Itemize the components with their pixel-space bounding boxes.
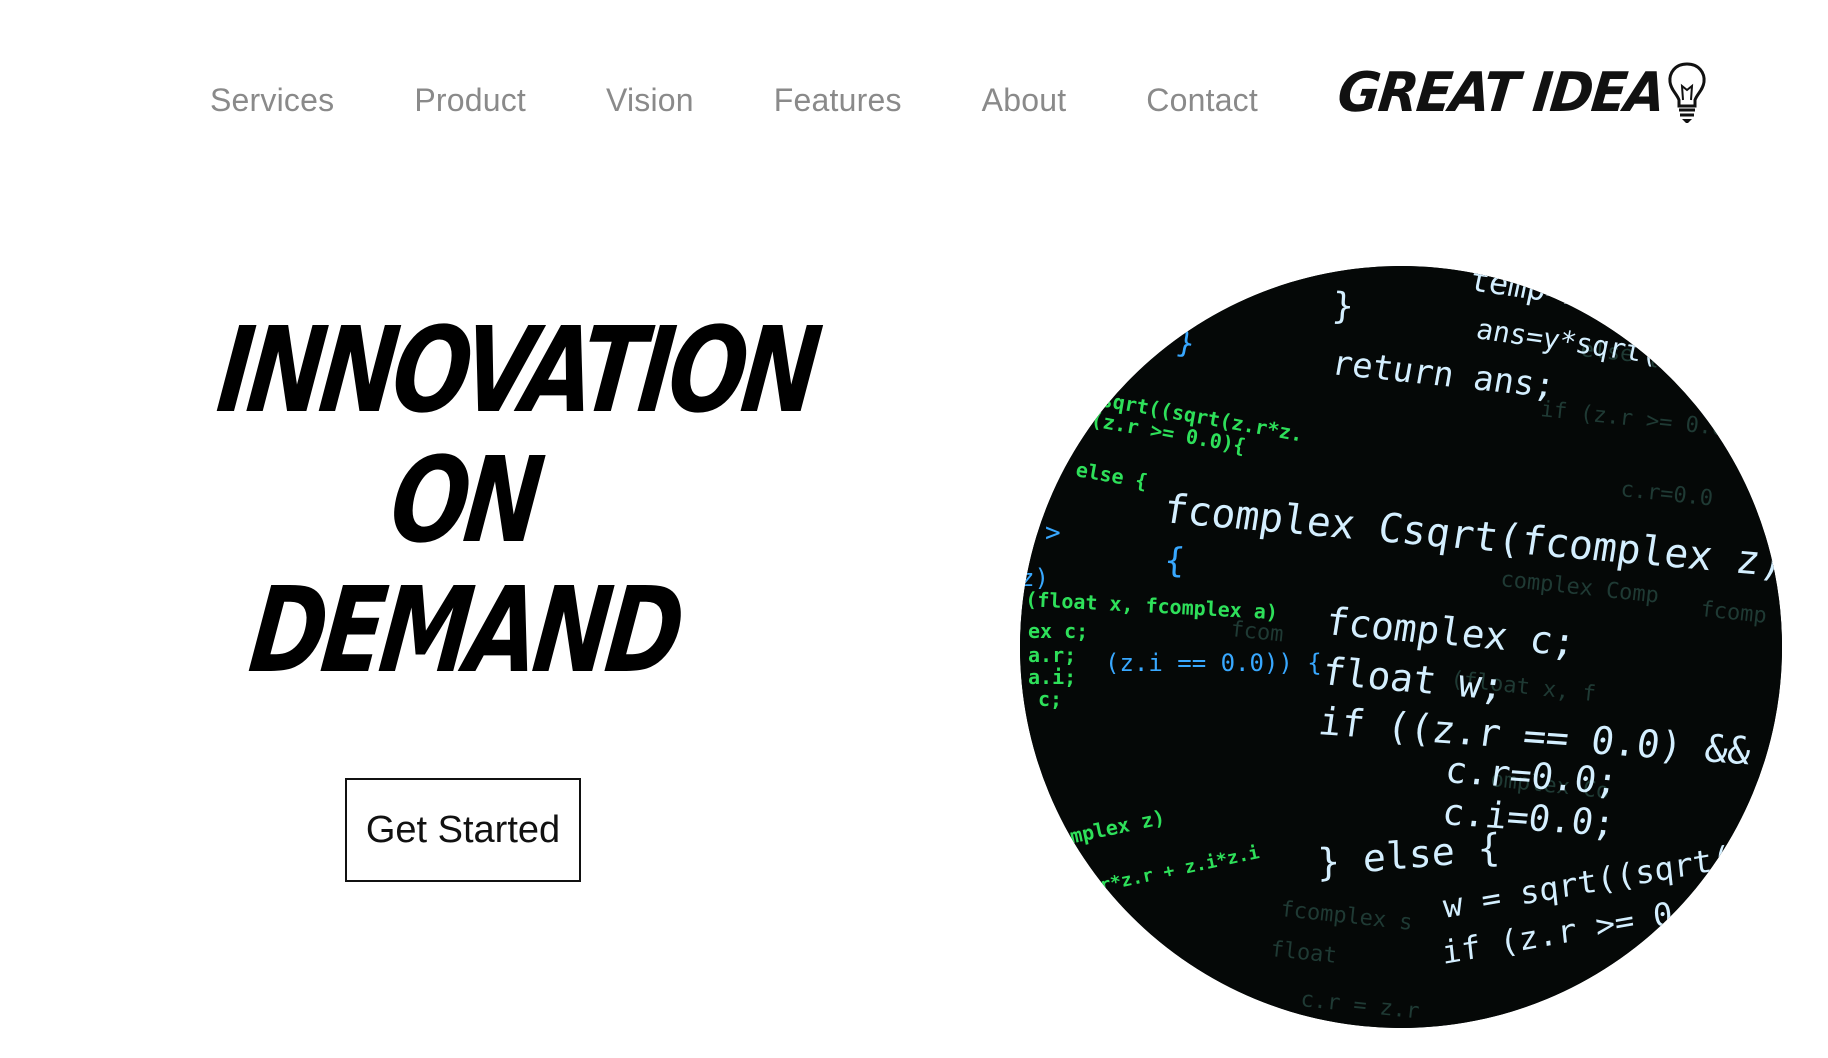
code-line-green: ex c; bbox=[1028, 619, 1088, 643]
nav-link-vision[interactable]: Vision bbox=[606, 70, 694, 130]
landing-page: Services Product Vision Features About C… bbox=[0, 0, 1828, 1058]
code-line-green: c; bbox=[1038, 687, 1062, 711]
hero-headline: INNOVATION ON DEMAND bbox=[150, 301, 824, 699]
brand-logo[interactable]: GREAT IDEA bbox=[1334, 58, 1709, 128]
svg-text:(z.i == 0.0)) {: (z.i == 0.0)) { bbox=[1105, 649, 1322, 677]
code-hero-image: else { if (z.r >= 0.0) c.r=0.0 complex C… bbox=[1020, 266, 1782, 1028]
code-line: { bbox=[1163, 541, 1186, 581]
hero-line-2: ON bbox=[384, 431, 546, 569]
code-line-green: a.r; bbox=[1028, 643, 1076, 667]
code-line-green: a.i; bbox=[1028, 665, 1076, 689]
logo-text: GREAT IDEA bbox=[1334, 61, 1667, 125]
svg-text:z): z) bbox=[1020, 564, 1049, 592]
nav-link-product[interactable]: Product bbox=[414, 70, 526, 130]
main-nav: Services Product Vision Features About C… bbox=[210, 70, 1258, 130]
hero-line-3: DEMAND bbox=[243, 561, 687, 699]
nav-link-features[interactable]: Features bbox=[774, 70, 902, 130]
lightbulb-icon bbox=[1665, 60, 1709, 126]
get-started-button[interactable]: Get Started bbox=[345, 778, 581, 882]
nav-link-services[interactable]: Services bbox=[210, 70, 334, 130]
code-line: } bbox=[1331, 286, 1356, 327]
nav-link-about[interactable]: About bbox=[982, 70, 1067, 130]
code-image-canvas: else { if (z.r >= 0.0) c.r=0.0 complex C… bbox=[1020, 266, 1782, 1028]
hero-line-1: INNOVATION bbox=[211, 301, 824, 439]
svg-text:>: > bbox=[1045, 518, 1061, 548]
nav-link-contact[interactable]: Contact bbox=[1146, 70, 1258, 130]
